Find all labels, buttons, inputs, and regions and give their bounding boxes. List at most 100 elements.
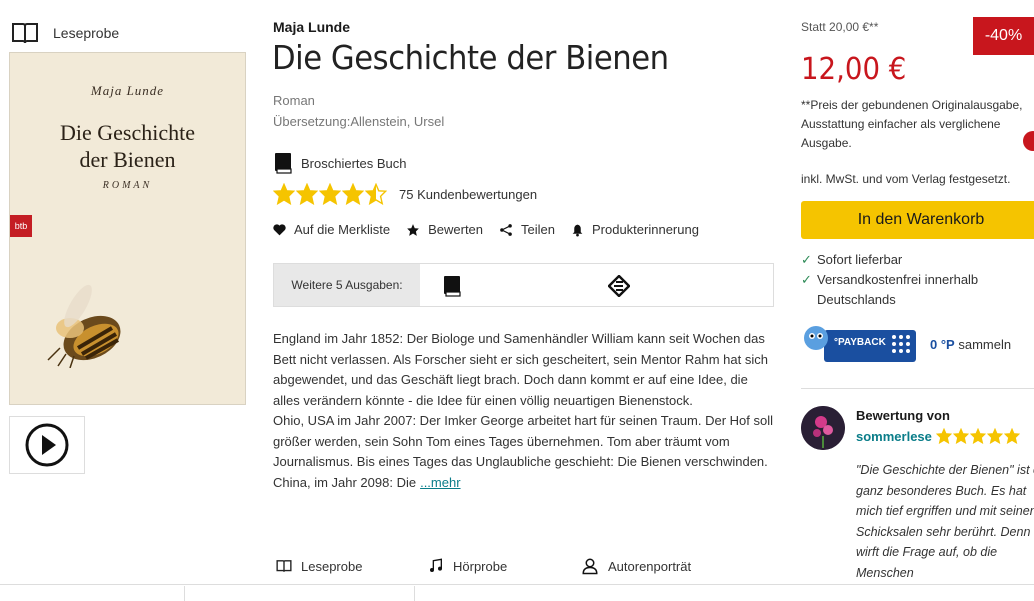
payback-points: 0 °P sammeln <box>930 337 1011 352</box>
action-bar: Auf die Merkliste Bewerten Teilen Produk… <box>273 222 699 237</box>
open-book-icon <box>276 560 292 572</box>
payback-points-label: sammeln <box>958 336 1012 352</box>
old-price: Statt 20,00 €** <box>801 20 879 34</box>
hoerprobe-label: Hörprobe <box>453 558 508 574</box>
product-translation: Übersetzung:Allenstein, Ursel <box>273 114 445 129</box>
autorenportraet-label: Autorenporträt <box>608 558 692 574</box>
availability-info: ✓ Sofort lieferbar ✓ Versandkostenfrei inn… <box>801 250 978 310</box>
product-description: England im Jahr 1852: Der Biologe und Sa… <box>273 329 773 493</box>
person-icon <box>582 558 598 575</box>
payback-section[interactable]: °PAYBACK 0 °P sammeln <box>802 324 1011 364</box>
right-divider <box>801 388 1034 389</box>
review-stars <box>935 428 1020 444</box>
more-link[interactable]: ...mehr <box>420 475 460 490</box>
rate-button[interactable]: Bewerten <box>406 222 483 237</box>
star-icon <box>1003 428 1020 444</box>
description-paragraph-1: England im Jahr 1852: Der Biologe und Sa… <box>273 331 768 408</box>
cover-title-line2: der Bienen <box>79 147 176 172</box>
book-icon <box>275 153 292 174</box>
editions-label: Weitere 5 Ausgaben: <box>274 264 420 306</box>
heart-icon <box>273 223 286 235</box>
description-paragraph-3: China, im Jahr 2098: Die ...mehr <box>273 473 773 494</box>
hoerprobe-link[interactable]: Hörprobe <box>428 557 581 575</box>
media-tools: Leseprobe Hörprobe Autorenporträt <box>276 557 691 575</box>
play-icon <box>25 423 69 467</box>
share-icon <box>500 223 512 236</box>
bell-icon <box>572 224 583 236</box>
star-icon <box>365 183 387 205</box>
review-username: sommerlese <box>856 428 932 444</box>
availability-text: Sofort lieferbar <box>817 252 903 267</box>
flower-avatar-icon <box>801 406 845 450</box>
star-icon <box>342 183 364 205</box>
product-subtitle: Roman Übersetzung:Allenstein, Ursel <box>273 90 444 132</box>
current-price: 12,00 € <box>801 52 907 87</box>
editions-options <box>420 264 773 306</box>
tax-note: inkl. MwSt. und vom Verlag festgesetzt. <box>801 172 1011 186</box>
payback-logo: °PAYBACK <box>802 324 918 364</box>
video-play-button[interactable] <box>9 416 85 474</box>
star-icon <box>296 183 318 205</box>
rating-row[interactable]: 75 Kundenbewertungen <box>273 183 537 205</box>
book-icon[interactable] <box>442 275 462 297</box>
cover-author: Maja Lunde <box>90 83 165 98</box>
payback-points-value: 0 °P <box>930 336 955 352</box>
book-cover[interactable]: Maja Lunde Die Geschichte der Bienen ROM… <box>9 52 246 405</box>
format-indicator: Broschiertes Buch <box>273 152 407 174</box>
share-label: Teilen <box>521 222 555 237</box>
description-paragraph-2: Ohio, USA im Jahr 2007: Der Imker George… <box>273 413 773 469</box>
shipping-text-2: Deutschlands <box>817 292 896 307</box>
star-icon <box>969 428 986 444</box>
payback-logo-text: °PAYBACK <box>834 337 886 348</box>
publisher-badge: btb <box>10 215 32 237</box>
cover-title-line1: Die Geschichte <box>60 120 195 145</box>
discount-badge: -40% <box>973 17 1034 55</box>
cover-genre: ROMAN <box>102 180 153 191</box>
star-icon <box>319 183 341 205</box>
bottom-divider <box>0 584 1034 585</box>
music-note-icon <box>430 558 442 572</box>
star-icon <box>986 428 1003 444</box>
rate-label: Bewerten <box>428 222 484 237</box>
leseprobe-link[interactable]: Leseprobe <box>276 557 428 575</box>
wishlist-label: Auf die Merkliste <box>294 222 391 237</box>
format-label: Broschiertes Buch <box>301 155 407 171</box>
leseprobe-link-top[interactable]: Leseprobe <box>11 21 119 45</box>
open-book-icon <box>12 23 38 44</box>
rating-count: 75 Kundenbewertungen <box>399 186 538 202</box>
review-text: "Die Geschichte der Bienen" ist ein ganz… <box>856 463 1034 580</box>
price-note: **Preis der gebundenen Originalausgabe, … <box>801 98 1023 150</box>
cover-title: Die Geschichte der Bienen <box>10 119 245 173</box>
autorenportraet-link[interactable]: Autorenporträt <box>581 557 691 575</box>
reminder-label: Produkterinnerung <box>591 222 699 237</box>
availability-row: ✓ Sofort lieferbar <box>801 250 978 270</box>
star-icon <box>407 223 419 236</box>
wishlist-button[interactable]: Auf die Merkliste <box>273 222 390 237</box>
review-heading: Bewertung von <box>856 408 950 423</box>
product-genre: Roman <box>273 93 315 108</box>
leseprobe-label: Leseprobe <box>53 25 120 41</box>
bee-illustration <box>47 284 121 368</box>
check-icon: ✓ <box>801 272 812 287</box>
share-button[interactable]: Teilen <box>499 222 555 237</box>
star-icon <box>952 428 969 444</box>
other-editions: Weitere 5 Ausgaben: <box>273 263 774 307</box>
leseprobe-label: Leseprobe <box>301 558 363 574</box>
description-text-3: China, im Jahr 2098: Die <box>273 474 417 490</box>
product-title: Die Geschichte der Bienen <box>272 38 669 77</box>
product-author[interactable]: Maja Lunde <box>273 19 350 35</box>
bottom-separator <box>184 586 185 601</box>
reminder-button[interactable]: Produkterinnerung <box>571 222 699 237</box>
review-user[interactable]: sommerlese <box>856 428 1020 444</box>
shipping-row: ✓ Versandkostenfrei innerhalb <box>801 270 978 290</box>
add-to-cart-button[interactable]: In den Warenkorb <box>801 201 1034 239</box>
rating-stars <box>273 183 387 205</box>
shipping-row-2: Deutschlands <box>801 290 978 310</box>
star-icon <box>273 183 295 205</box>
ebook-icon[interactable] <box>608 275 630 297</box>
shipping-text: Versandkostenfrei innerhalb <box>817 272 979 287</box>
bottom-separator <box>414 586 415 601</box>
star-icon <box>935 428 952 444</box>
avatar[interactable] <box>801 406 845 450</box>
check-icon: ✓ <box>801 252 812 267</box>
